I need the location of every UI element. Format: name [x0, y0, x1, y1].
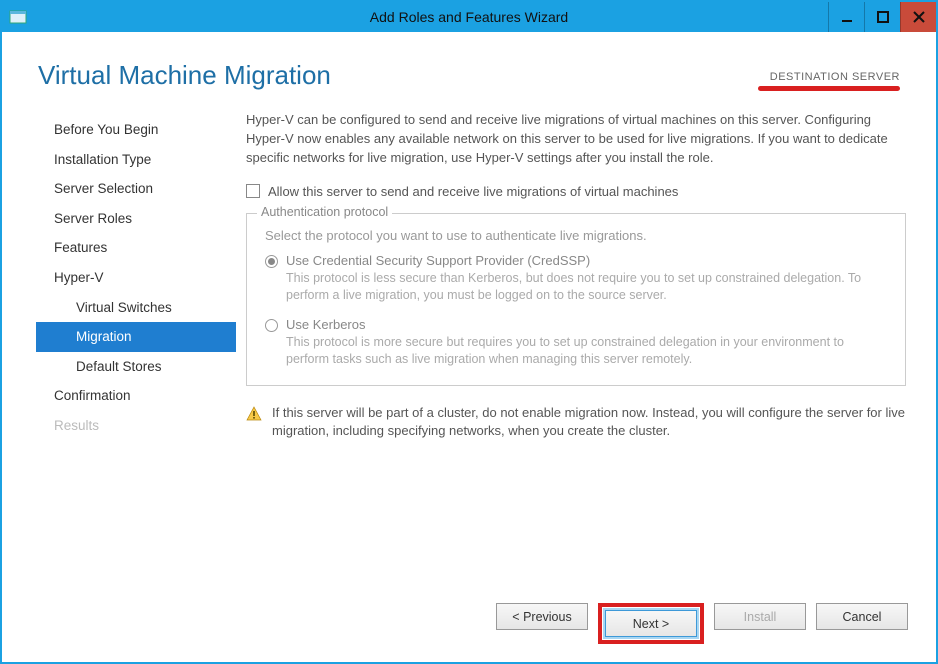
allow-migration-checkbox-row[interactable]: Allow this server to send and receive li…: [246, 184, 906, 199]
destination-server-label: DESTINATION SERVER: [758, 71, 900, 83]
sidebar-item-results: Results: [36, 411, 236, 441]
intro-text: Hyper-V can be configured to send and re…: [246, 111, 906, 168]
wizard-window: Add Roles and Features Wizard Virtual Ma…: [0, 0, 938, 664]
destination-server-block: DESTINATION SERVER: [758, 71, 900, 91]
window-title: Add Roles and Features Wizard: [2, 9, 936, 25]
radio-kerberos-desc: This protocol is more secure but require…: [286, 334, 887, 369]
sidebar-item-confirmation[interactable]: Confirmation: [36, 381, 236, 411]
highlight-underline: [758, 86, 900, 91]
checkbox-icon[interactable]: [246, 184, 260, 198]
sidebar-item-installation-type[interactable]: Installation Type: [36, 145, 236, 175]
radio-credssp-row[interactable]: Use Credential Security Support Provider…: [265, 253, 887, 305]
allow-migration-label: Allow this server to send and receive li…: [268, 184, 678, 199]
sidebar-item-server-selection[interactable]: Server Selection: [36, 174, 236, 204]
radio-credssp-label: Use Credential Security Support Provider…: [286, 253, 887, 268]
titlebar: Add Roles and Features Wizard: [2, 2, 936, 32]
app-icon: [8, 7, 28, 27]
warning-icon: [246, 406, 262, 422]
sidebar-item-default-stores[interactable]: Default Stores: [36, 352, 236, 382]
sidebar-item-hyperv[interactable]: Hyper-V: [36, 263, 236, 293]
sidebar-item-virtual-switches[interactable]: Virtual Switches: [36, 293, 236, 323]
cluster-warning: If this server will be part of a cluster…: [246, 404, 906, 442]
window-controls: [828, 2, 936, 32]
cluster-warning-text: If this server will be part of a cluster…: [272, 404, 906, 442]
install-button: Install: [714, 603, 806, 630]
radio-icon[interactable]: [265, 319, 278, 332]
next-button-highlight: Next >: [598, 603, 704, 644]
close-button[interactable]: [900, 2, 936, 32]
cancel-button[interactable]: Cancel: [816, 603, 908, 630]
next-button[interactable]: Next >: [605, 610, 697, 637]
auth-intro-text: Select the protocol you want to use to a…: [265, 228, 887, 243]
sidebar-item-features[interactable]: Features: [36, 233, 236, 263]
radio-icon[interactable]: [265, 255, 278, 268]
wizard-button-bar: < Previous Next > Install Cancel: [2, 591, 936, 662]
header-row: Virtual Machine Migration DESTINATION SE…: [2, 32, 936, 103]
sidebar-item-before-you-begin[interactable]: Before You Begin: [36, 115, 236, 145]
sidebar-item-server-roles[interactable]: Server Roles: [36, 204, 236, 234]
radio-kerberos-row[interactable]: Use Kerberos This protocol is more secur…: [265, 317, 887, 369]
page-title: Virtual Machine Migration: [38, 60, 331, 91]
radio-kerberos-label: Use Kerberos: [286, 317, 887, 332]
wizard-sidebar: Before You Begin Installation Type Serve…: [36, 111, 236, 591]
minimize-button[interactable]: [828, 2, 864, 32]
radio-credssp-desc: This protocol is less secure than Kerber…: [286, 270, 887, 305]
content-area: Virtual Machine Migration DESTINATION SE…: [2, 32, 936, 662]
authentication-protocol-group: Authentication protocol Select the proto…: [246, 213, 906, 386]
main-row: Before You Begin Installation Type Serve…: [2, 103, 936, 591]
sidebar-item-migration[interactable]: Migration: [36, 322, 236, 352]
settings-panel: Hyper-V can be configured to send and re…: [236, 111, 916, 591]
auth-group-legend: Authentication protocol: [257, 205, 392, 219]
previous-button[interactable]: < Previous: [496, 603, 588, 630]
maximize-button[interactable]: [864, 2, 900, 32]
